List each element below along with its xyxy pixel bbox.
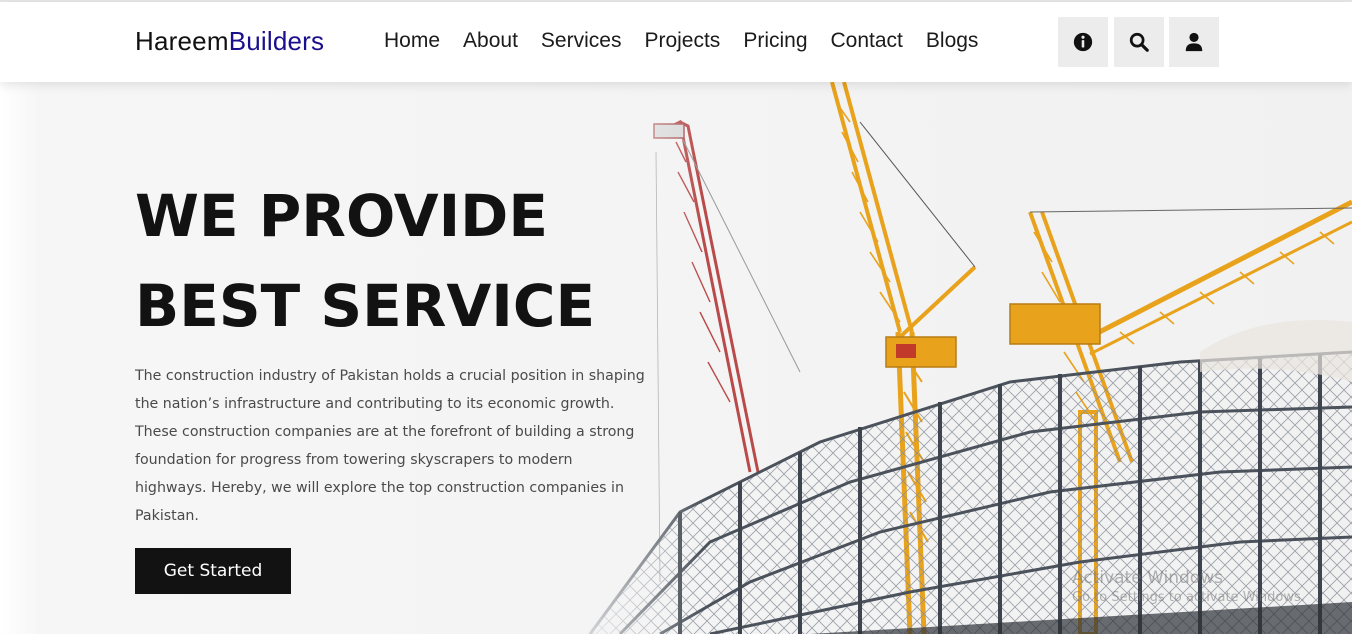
nav-about[interactable]: About bbox=[463, 29, 518, 53]
main-nav: Home About Services Projects Pricing Con… bbox=[384, 29, 1001, 53]
brand-logo[interactable]: HareemBuilders bbox=[135, 26, 324, 57]
account-button[interactable] bbox=[1169, 17, 1219, 67]
nav-contact[interactable]: Contact bbox=[831, 29, 903, 53]
nav-blogs[interactable]: Blogs bbox=[926, 29, 979, 53]
info-button[interactable] bbox=[1058, 17, 1108, 67]
watermark-subtitle: Go to Settings to activate Windows. bbox=[1072, 590, 1305, 605]
nav-services[interactable]: Services bbox=[541, 29, 622, 53]
hero-headline-line2: BEST SERVICE bbox=[135, 272, 596, 340]
construction-hero-image bbox=[560, 82, 1352, 634]
info-icon bbox=[1073, 32, 1093, 52]
search-icon bbox=[1129, 32, 1149, 52]
get-started-button[interactable]: Get Started bbox=[135, 548, 291, 594]
navbar: HareemBuilders Home About Services Proje… bbox=[0, 2, 1352, 82]
nav-pricing[interactable]: Pricing bbox=[743, 29, 807, 53]
nav-home[interactable]: Home bbox=[384, 29, 440, 53]
hero-headline-line1: WE PROVIDE bbox=[135, 182, 548, 250]
hero-section: WE PROVIDE BEST SERVICE The construction… bbox=[0, 82, 1352, 634]
search-button[interactable] bbox=[1114, 17, 1164, 67]
windows-activation-watermark: Activate Windows Go to Settings to activ… bbox=[1072, 568, 1305, 605]
nav-projects[interactable]: Projects bbox=[644, 29, 720, 53]
watermark-title: Activate Windows bbox=[1072, 568, 1223, 588]
user-icon bbox=[1185, 32, 1203, 52]
brand-name-part1: Hareem bbox=[135, 26, 229, 56]
brand-name-part2: Builders bbox=[228, 26, 325, 56]
hero-description: The construction industry of Pakistan ho… bbox=[135, 368, 645, 524]
